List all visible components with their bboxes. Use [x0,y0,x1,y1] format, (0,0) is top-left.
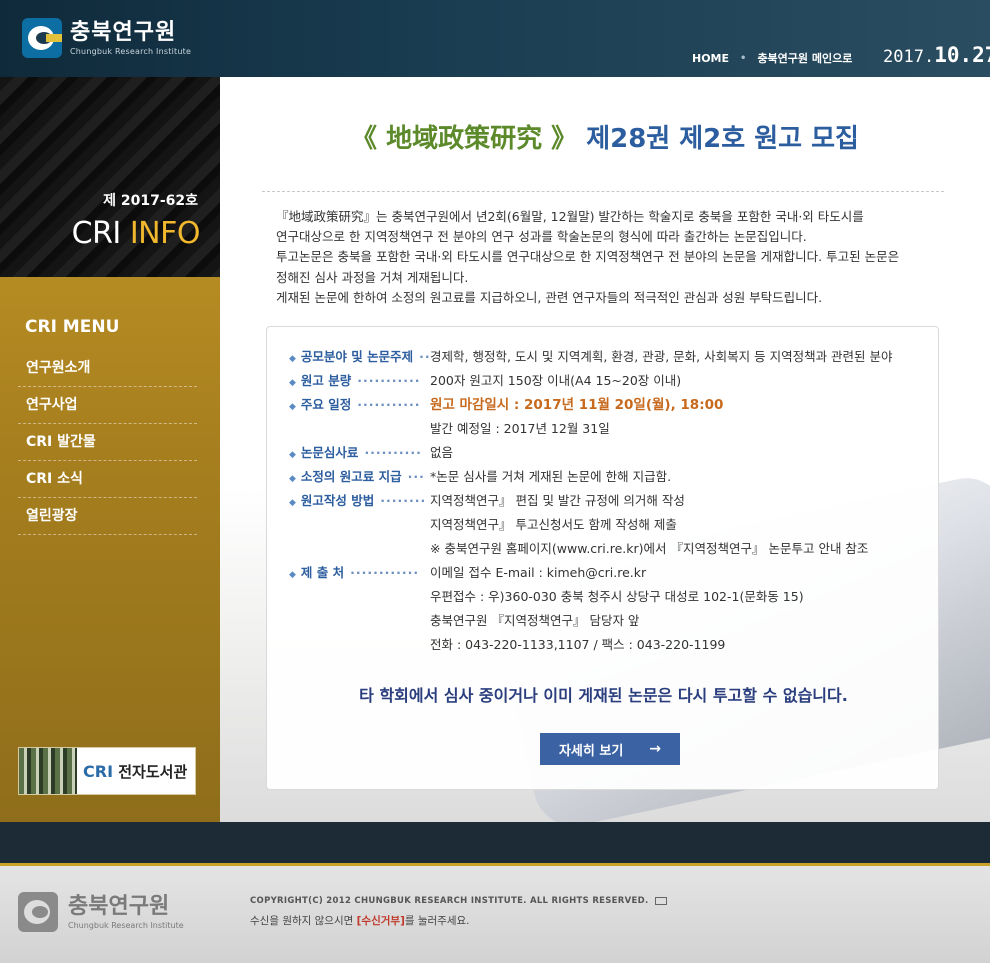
detail-row: ◆ 원고작성 방법 ········ 지역정책연구』 편집 및 발간 규정에 의거해… [289,493,685,508]
detail-row: ◆ 원고 분량 ··········· 200자 원고지 150장 이내(A4 15… [289,373,682,388]
issue-date: 2017.10.27. [883,43,990,67]
logo-english: Chungbuk Research Institute [70,46,192,56]
details-box: ◆ 공모분야 및 논문주제 ·· 경제학, 행정학, 도시 및 지역계획, 환경, … [266,326,939,790]
arrow-right-icon: → [649,741,662,757]
footer-logo-english: Chungbuk Research Institute [68,920,184,930]
submission-notice: 타 학회에서 심사 중이거나 이미 게재된 논문은 다시 투고할 수 없습니다. [359,686,848,705]
bullet-icon: ◆ [289,354,296,364]
logo-icon [22,18,62,58]
sidebar-item-about[interactable]: 연구원소개 [18,350,197,387]
nav-main-link[interactable]: 충북연구원 메인으로 [757,50,852,66]
site-header: 충북연구원 Chungbuk Research Institute HOME •… [0,0,990,77]
top-nav: HOME • 충북연구원 메인으로 [692,50,852,66]
detail-row: ◆ 논문심사료 ·········· 없음 [289,445,454,460]
detail-row: 지역정책연구』 투고신청서도 함께 작성해 제출 [430,517,677,532]
site-footer: 충북연구원 Chungbuk Research Institute COPYRI… [0,866,990,963]
intro-text: 『地域政策研究』는 충북연구원에서 년2회(6월말, 12월말) 발간하는 학술… [276,209,900,305]
detail-row: 전화 : 043-220-1133,1107 / 팩스 : 043-220-11… [430,637,726,652]
bookshelf-icon [19,748,77,794]
detail-row: ◆ 주요 일정 ··········· 원고 마감일시 : 2017년 11월 20… [267,393,940,417]
menu-title: CRI MENU [25,317,120,337]
sidebar-item-research[interactable]: 연구사업 [18,387,197,424]
issue-number: 제 2017-62호 [103,193,198,209]
unsubscribe-text: 수신을 원하지 않으시면 [수신거부]를 눌러주세요. [250,915,470,927]
page-title: 《 地域政策研究 》 제28권 제2호 원고 모집 [351,124,859,154]
bullet-icon: ◆ [289,450,296,460]
bullet-icon: ◆ [289,570,296,580]
e-library-banner[interactable]: CRI 전자도서관 [18,747,196,795]
bullet-icon: ◆ [289,402,296,412]
deadline-text: 원고 마감일시 : 2017년 11월 20일(월), 18:00 [430,397,724,413]
detail-row: 발간 예정일 : 2017년 12월 31일 [430,421,610,436]
cri-info-title: CRI INFO [71,216,201,251]
bullet-icon: ◆ [289,498,296,508]
title-divider [262,191,944,192]
detail-row: 우편접수 : 우)360-030 충북 청주시 상당구 대성로 102-1(문화… [430,589,804,604]
footer-logo: 충북연구원 Chungbuk Research Institute [18,892,184,932]
footer-logo-icon [18,892,58,932]
footer-band [0,822,990,863]
nav-home-link[interactable]: HOME [692,52,729,65]
sidebar-menu-panel: CRI MENU 연구원소개 연구사업 CRI 발간물 CRI 소식 열린광장 … [0,277,220,822]
footer-logo-korean: 충북연구원 [68,893,170,919]
sidebar-menu: 연구원소개 연구사업 CRI 발간물 CRI 소식 열린광장 [18,350,197,535]
sidebar-banner: 제 2017-62호 CRI INFO [0,77,220,277]
bullet-icon: ◆ [289,378,296,388]
nav-separator-icon: • [740,52,747,64]
sidebar-item-forum[interactable]: 열린광장 [18,498,197,535]
sidebar-item-publications[interactable]: CRI 발간물 [18,424,197,461]
main-content: 《 地域政策研究 》 제28권 제2호 원고 모집 『地域政策研究』는 충북연구… [220,77,990,822]
bullet-icon: ◆ [289,474,296,484]
copyright-text: COPYRIGHT(C) 2012 CHUNGBUK RESEARCH INST… [250,896,667,906]
detail-row: ◆ 제 출 처 ············ 이메일 접수 E-mail : kimeh… [289,565,647,580]
sidebar-item-news[interactable]: CRI 소식 [18,461,197,498]
mail-icon[interactable] [654,896,667,905]
detail-row: ◆ 소정의 원고료 지급 ··· *논문 심사를 거쳐 게재된 논문에 한해 지급함… [289,469,672,484]
header-logo[interactable]: 충북연구원 Chungbuk Research Institute [22,18,191,58]
more-details-button[interactable]: 자세히 보기 → [540,733,680,765]
detail-row: 충북연구원 『지역정책연구』 담당자 앞 [430,613,640,628]
detail-row: ※ 충북연구원 홈페이지(www.cri.re.kr)에서 『지역정책연구』 논… [430,541,869,556]
unsubscribe-link[interactable]: [수신거부] [357,915,405,927]
detail-row: ◆ 공모분야 및 논문주제 ·· 경제학, 행정학, 도시 및 지역계획, 환경, … [289,349,893,364]
logo-korean: 충북연구원 [70,19,177,45]
